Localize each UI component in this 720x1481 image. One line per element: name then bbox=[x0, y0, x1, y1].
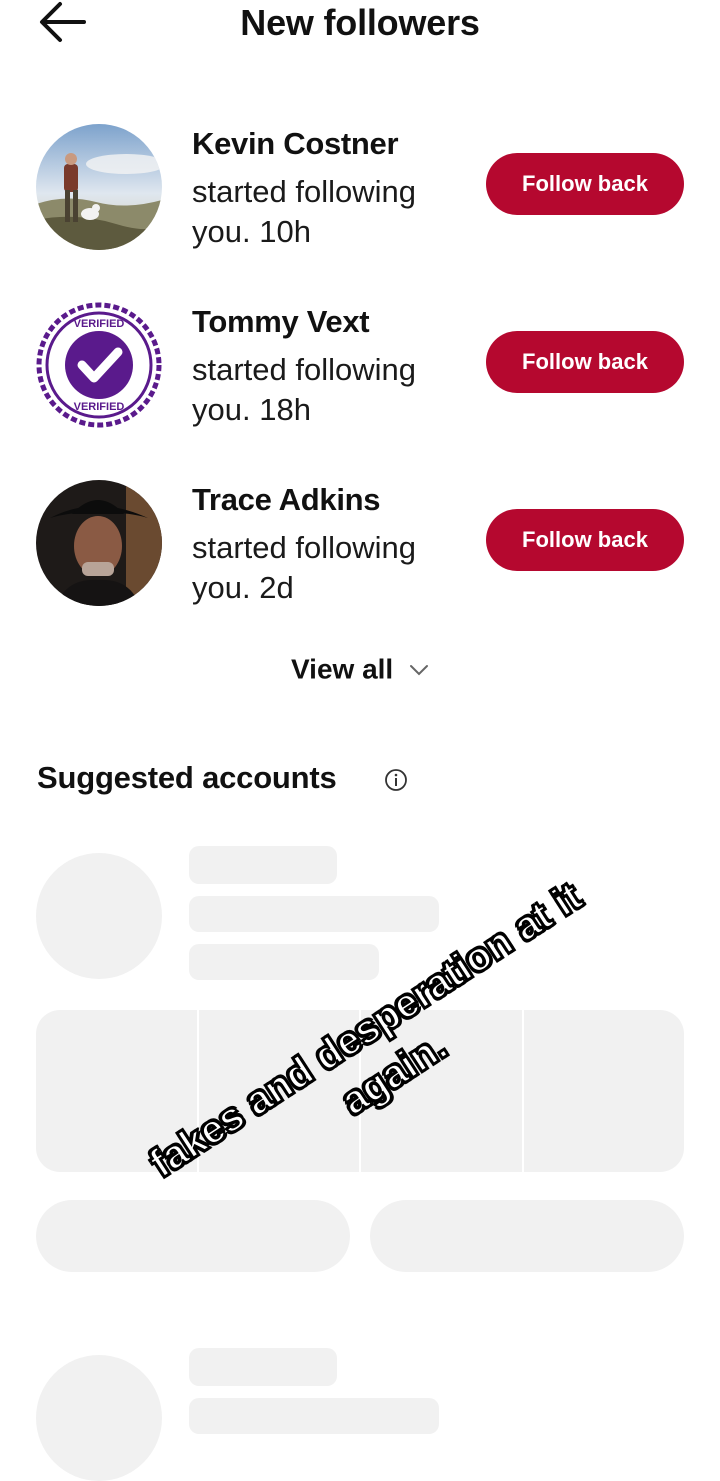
follow-back-button[interactable]: Follow back bbox=[486, 509, 684, 571]
suggested-accounts-title: Suggested accounts bbox=[37, 760, 337, 795]
skeleton-thumbnail bbox=[523, 1010, 684, 1172]
avatar[interactable] bbox=[36, 480, 162, 606]
chevron-down-icon bbox=[410, 664, 428, 676]
avatar[interactable] bbox=[36, 124, 162, 250]
follower-activity: started following you. 2d bbox=[192, 530, 417, 605]
follower-name[interactable]: Trace Adkins bbox=[192, 482, 381, 518]
page-title: New followers bbox=[240, 2, 480, 43]
skeleton-line bbox=[189, 1398, 439, 1434]
cowboy-photo bbox=[36, 480, 162, 606]
view-all-label: View all bbox=[291, 653, 394, 685]
follow-back-button[interactable]: Follow back bbox=[486, 153, 684, 215]
follower-row[interactable]: Trace Adkins started following you. 2d F… bbox=[0, 476, 720, 616]
skeleton-line bbox=[189, 1348, 337, 1386]
skeleton-avatar bbox=[36, 1355, 162, 1481]
skeleton-line bbox=[189, 896, 439, 932]
follower-name[interactable]: Tommy Vext bbox=[192, 304, 370, 340]
follower-activity: started following you. 18h bbox=[192, 352, 417, 427]
skeleton-line bbox=[189, 944, 379, 980]
follower-activity: started following you. 10h bbox=[192, 174, 417, 249]
skeleton-button bbox=[370, 1200, 684, 1272]
info-icon[interactable] bbox=[384, 768, 408, 792]
hiker-photo bbox=[36, 124, 162, 250]
badge-text-bottom: VERIFIED bbox=[74, 401, 125, 413]
skeleton-avatar bbox=[36, 853, 162, 979]
skeleton-line bbox=[189, 846, 337, 884]
badge-text-top: VERIFIED bbox=[74, 318, 125, 330]
view-all-button[interactable]: View all bbox=[0, 652, 720, 686]
follow-back-button[interactable]: Follow back bbox=[486, 331, 684, 393]
follower-row[interactable]: VERIFIED VERIFIED Tommy Vext started fol… bbox=[0, 298, 720, 438]
follower-name[interactable]: Kevin Costner bbox=[192, 126, 399, 162]
verified-badge-icon: VERIFIED VERIFIED bbox=[36, 302, 162, 428]
follower-row[interactable]: Kevin Costner started following you. 10h… bbox=[0, 120, 720, 260]
avatar[interactable]: VERIFIED VERIFIED bbox=[36, 302, 162, 428]
